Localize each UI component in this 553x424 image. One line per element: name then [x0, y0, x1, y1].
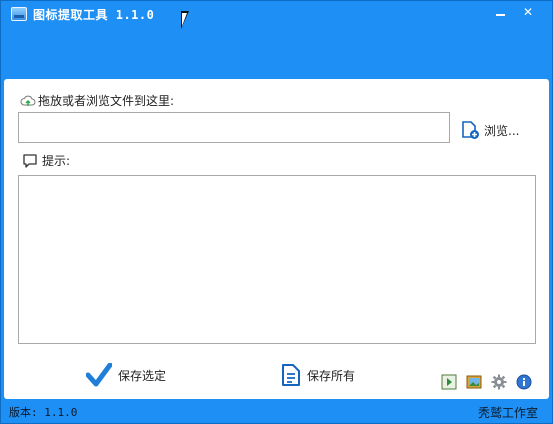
- checkmark-icon: [85, 362, 113, 387]
- mouse-cursor-icon: [181, 11, 189, 29]
- document-icon: [281, 363, 301, 387]
- image-icon[interactable]: [466, 374, 482, 390]
- studio-name: 秃鹫工作室: [477, 406, 538, 420]
- main-panel: 拖放或者浏览文件到这里: 浏览... 提示: 保存选定 保存所有: [4, 79, 549, 399]
- minimize-icon: [495, 13, 505, 16]
- close-icon: ✕: [522, 5, 534, 19]
- window-title: 图标提取工具 1.1.0: [33, 8, 155, 22]
- save-selected-button[interactable]: 保存选定: [85, 362, 167, 387]
- settings-gear-icon[interactable]: [491, 374, 507, 390]
- hint-label-text: 提示:: [42, 154, 71, 168]
- add-file-icon: [460, 120, 480, 140]
- upload-cloud-icon: [20, 94, 36, 108]
- title-bar[interactable]: 图标提取工具 1.1.0 ✕: [1, 1, 552, 79]
- hint-output-area[interactable]: [18, 175, 536, 344]
- save-all-label: 保存所有: [307, 368, 356, 383]
- tool-icon-bar: [441, 374, 532, 390]
- version-text: 版本: 1.1.0: [9, 406, 78, 419]
- save-selected-label: 保存选定: [118, 368, 167, 383]
- browse-label: 浏览...: [484, 123, 520, 138]
- minimize-button[interactable]: [487, 3, 513, 21]
- status-bar: 版本: 1.1.0 秃鹫工作室: [1, 401, 552, 423]
- file-path-input[interactable]: [18, 112, 450, 143]
- app-window: 图标提取工具 1.1.0 ✕ 拖放或者浏览文件到这里: 浏览... 提示: 保存…: [0, 0, 553, 424]
- speech-bubble-icon: [22, 153, 38, 169]
- browse-button[interactable]: 浏览...: [460, 120, 519, 140]
- app-icon: [11, 7, 27, 21]
- drop-label: 拖放或者浏览文件到这里:: [20, 92, 174, 109]
- save-all-button[interactable]: 保存所有: [281, 363, 355, 387]
- info-icon[interactable]: [516, 374, 532, 390]
- close-button[interactable]: ✕: [515, 3, 541, 21]
- hint-label: 提示:: [22, 152, 70, 169]
- drop-label-text: 拖放或者浏览文件到这里:: [38, 94, 175, 108]
- play-icon[interactable]: [441, 374, 457, 390]
